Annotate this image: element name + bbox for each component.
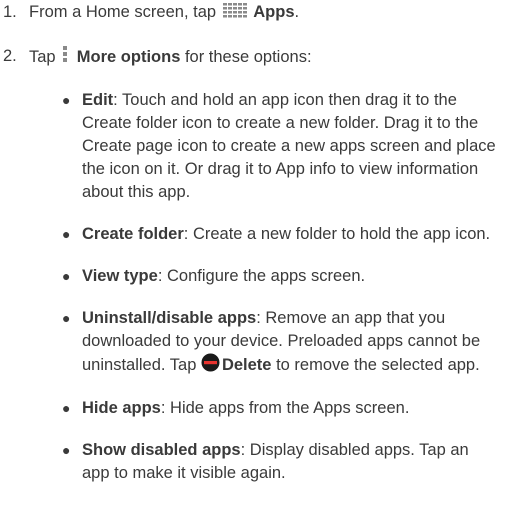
step-suffix: for these options: bbox=[180, 48, 312, 66]
option-term: Edit bbox=[82, 91, 114, 110]
bullet: ● bbox=[62, 268, 71, 285]
list-item-hide-apps: ● Hide apps: Hide apps from the Apps scr… bbox=[29, 397, 500, 420]
bullet: ● bbox=[62, 400, 71, 417]
option-term: Hide apps bbox=[82, 399, 161, 418]
bullet: ● bbox=[62, 92, 71, 109]
delete-label: Delete bbox=[221, 356, 272, 374]
step-number: 1. bbox=[3, 3, 17, 21]
step-suffix: . bbox=[294, 3, 300, 21]
option-term: Show disabled apps bbox=[82, 441, 241, 460]
options-list: ● Edit: Touch and hold an app icon then … bbox=[29, 89, 512, 485]
list-item-show-disabled: ● Show disabled apps: Display disabled a… bbox=[29, 439, 500, 485]
option-desc: : Touch and hold an app icon then drag i… bbox=[82, 91, 496, 202]
bullet: ● bbox=[62, 442, 71, 459]
list-item-edit: ● Edit: Touch and hold an app icon then … bbox=[29, 89, 500, 204]
step-text: From a Home screen, tap bbox=[29, 3, 217, 21]
option-term: Create folder bbox=[82, 225, 184, 244]
step-2: 2. Tap More options for these options: ●… bbox=[3, 45, 512, 485]
option-desc: : Create a new folder to hold the app ic… bbox=[183, 225, 491, 244]
step-number: 2. bbox=[3, 47, 17, 66]
bullet: ● bbox=[62, 226, 71, 243]
option-desc: : Configure the apps screen. bbox=[157, 267, 366, 286]
option-desc-after: to remove the selected app. bbox=[271, 356, 480, 374]
more-options-icon bbox=[60, 45, 72, 70]
delete-icon bbox=[201, 353, 222, 378]
bullet: ● bbox=[62, 310, 71, 327]
option-term: Uninstall/disable apps bbox=[82, 309, 257, 328]
step-1: 1. From a Home screen, tap Apps. bbox=[3, 1, 512, 24]
apps-label: Apps bbox=[253, 3, 295, 21]
instructions: 1. From a Home screen, tap Apps. 2. Tap bbox=[0, 1, 512, 485]
more-options-label: More options bbox=[76, 48, 181, 66]
apps-grid-icon bbox=[221, 1, 249, 24]
list-item-create-folder: ● Create folder: Create a new folder to … bbox=[29, 223, 500, 246]
step-text: Tap bbox=[29, 48, 56, 66]
list-item-uninstall: ● Uninstall/disable apps: Remove an app … bbox=[29, 307, 500, 378]
option-term: View type bbox=[82, 267, 158, 286]
option-desc: : Hide apps from the Apps screen. bbox=[160, 399, 410, 418]
list-item-view-type: ● View type: Configure the apps screen. bbox=[29, 265, 500, 288]
